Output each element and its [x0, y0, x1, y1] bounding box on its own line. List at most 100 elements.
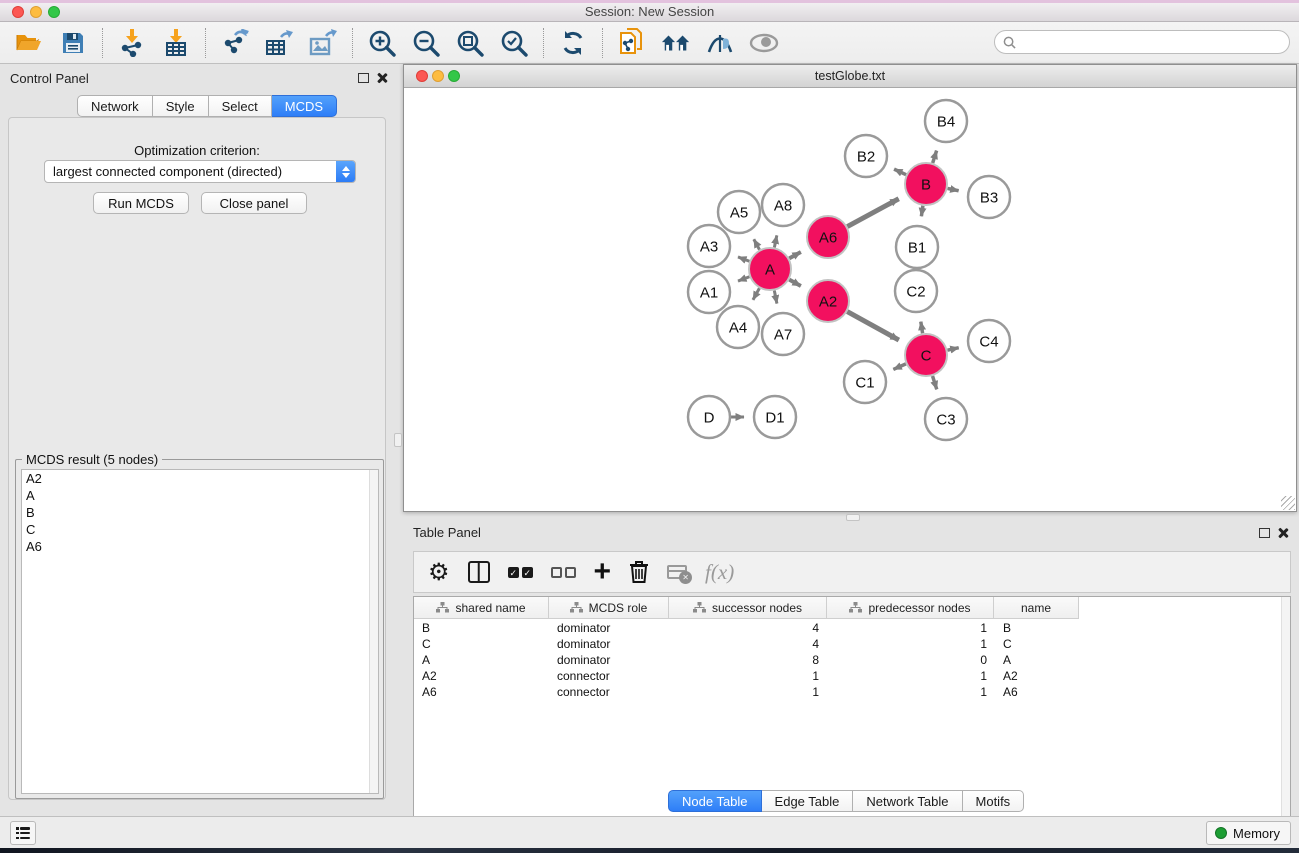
graph-node-D: D: [688, 396, 730, 438]
list-item[interactable]: B: [22, 504, 378, 521]
close-table-panel-icon[interactable]: [1277, 527, 1289, 539]
search-field[interactable]: [994, 30, 1290, 54]
graph-node-A7: A7: [762, 313, 804, 355]
cell-name: A2: [1003, 668, 1018, 684]
gear-icon[interactable]: ⚙: [428, 557, 450, 587]
close-panel-icon[interactable]: [376, 72, 388, 84]
cell-shared-name: A6: [422, 684, 437, 700]
svg-text:A5: A5: [730, 204, 748, 221]
split-columns-icon[interactable]: [468, 557, 490, 587]
selected-option: largest connected component (directed): [45, 164, 336, 179]
cell-mcds-role: connector: [557, 668, 610, 684]
result-list-scrollbar[interactable]: [369, 470, 378, 793]
zoom-out-icon[interactable]: [411, 28, 441, 58]
list-item[interactable]: A2: [22, 470, 378, 487]
cell-mcds-role: dominator: [557, 636, 610, 652]
tab-network-table[interactable]: Network Table: [853, 790, 962, 812]
svg-text:B: B: [921, 176, 931, 193]
network-files-icon[interactable]: [617, 28, 647, 58]
table-row[interactable]: C dominator 4 1 C: [414, 636, 1290, 652]
cell-mcds-role: dominator: [557, 652, 610, 668]
tab-node-table[interactable]: Node Table: [668, 790, 762, 812]
cell-predecessor-nodes: 0: [827, 652, 987, 668]
tab-network[interactable]: Network: [77, 95, 153, 117]
zoom-selected-icon[interactable]: [499, 28, 529, 58]
deselect-all-icon[interactable]: [551, 557, 576, 587]
tab-style[interactable]: Style: [153, 95, 209, 117]
graph-node-C3: C3: [925, 398, 967, 440]
import-network-icon[interactable]: [117, 28, 147, 58]
network-canvas[interactable]: B4 B2 B B3 A8 A5 A6 A3 B1 A A1 C2 A2 A4 …: [404, 88, 1296, 511]
table-row[interactable]: A2 connector 1 1 A2: [414, 668, 1290, 684]
delete-column-icon[interactable]: [629, 557, 649, 587]
column-header-name[interactable]: name: [994, 597, 1079, 619]
tab-mcds[interactable]: MCDS: [272, 95, 337, 117]
table-row[interactable]: B dominator 4 1 B: [414, 620, 1290, 636]
column-header-shared-name[interactable]: shared name: [414, 597, 549, 619]
tab-edge-table[interactable]: Edge Table: [762, 790, 854, 812]
float-table-panel-icon[interactable]: [1259, 528, 1270, 538]
graph-node-A2: A2: [807, 280, 849, 322]
column-header-successor-nodes[interactable]: successor nodes: [669, 597, 827, 619]
graph-node-A: A: [749, 248, 791, 290]
window-resize-grip[interactable]: [1281, 496, 1295, 510]
column-header-mcds-role[interactable]: MCDS role: [549, 597, 669, 619]
run-mcds-button[interactable]: Run MCDS: [93, 192, 189, 214]
list-item[interactable]: A: [22, 487, 378, 504]
list-item[interactable]: C: [22, 521, 378, 538]
export-image-icon[interactable]: [308, 28, 338, 58]
cell-mcds-role: connector: [557, 684, 610, 700]
graph-node-A4: A4: [717, 306, 759, 348]
cell-name: B: [1003, 620, 1011, 636]
refresh-icon[interactable]: [558, 28, 588, 58]
cell-predecessor-nodes: 1: [827, 620, 987, 636]
table-row[interactable]: A dominator 8 0 A: [414, 652, 1290, 668]
svg-text:B1: B1: [908, 239, 926, 256]
float-panel-icon[interactable]: [358, 73, 369, 83]
close-panel-button[interactable]: Close panel: [201, 192, 307, 214]
app-titlebar: Session: New Session: [0, 0, 1299, 22]
graph-node-B3: B3: [968, 176, 1010, 218]
memory-button[interactable]: Memory: [1206, 821, 1291, 845]
graph-node-A5: A5: [718, 191, 760, 233]
search-input[interactable]: [1016, 32, 1289, 52]
zoom-fit-icon[interactable]: [455, 28, 485, 58]
mcds-result-list[interactable]: A2 A B C A6: [21, 469, 379, 794]
hide-details-icon[interactable]: [705, 28, 735, 58]
export-table-icon[interactable]: [264, 28, 294, 58]
tab-motifs[interactable]: Motifs: [963, 790, 1025, 812]
control-panel-title: Control Panel: [10, 71, 89, 86]
optimization-criterion-label: Optimization criterion:: [9, 143, 385, 158]
home-icon[interactable]: [661, 28, 691, 58]
show-details-icon[interactable]: [749, 28, 779, 58]
network-window-title: testGlobe.txt: [404, 69, 1296, 83]
import-table-icon[interactable]: [161, 28, 191, 58]
add-column-icon[interactable]: +: [594, 557, 612, 587]
network-graph[interactable]: B4 B2 B B3 A8 A5 A6 A3 B1 A A1 C2 A2 A4 …: [404, 88, 1296, 511]
network-view-window: testGlobe.txt B4 B2 B B3 A8 A5 A6 A3 B1 …: [403, 64, 1297, 512]
main-toolbar: [0, 22, 1299, 64]
table-panel-tabs: Node Table Edge Table Network Table Moti…: [668, 790, 1024, 812]
column-label: shared name: [455, 601, 525, 615]
open-file-icon[interactable]: [14, 28, 44, 58]
column-header-predecessor-nodes[interactable]: predecessor nodes: [827, 597, 994, 619]
table-scrollbar[interactable]: [1281, 597, 1290, 844]
vertical-split-handle[interactable]: [394, 433, 402, 447]
optimization-criterion-select[interactable]: largest connected component (directed): [44, 160, 356, 183]
graph-node-C2: C2: [895, 270, 937, 312]
tab-select[interactable]: Select: [209, 95, 272, 117]
svg-text:C1: C1: [855, 374, 874, 391]
save-session-icon[interactable]: [58, 28, 88, 58]
export-network-icon[interactable]: [220, 28, 250, 58]
table-row[interactable]: A6 connector 1 1 A6: [414, 684, 1290, 700]
list-item[interactable]: A6: [22, 538, 378, 555]
task-history-button[interactable]: [10, 821, 36, 845]
graph-node-C1: C1: [844, 361, 886, 403]
cell-shared-name: A: [422, 652, 430, 668]
graph-node-C4: C4: [968, 320, 1010, 362]
cell-successor-nodes: 1: [669, 684, 819, 700]
mcds-result-group: MCDS result (5 nodes) A2 A B C A6: [15, 459, 384, 799]
select-all-icon[interactable]: ✓✓: [508, 557, 533, 587]
zoom-in-icon[interactable]: [367, 28, 397, 58]
horizontal-split-handle[interactable]: [846, 514, 860, 521]
